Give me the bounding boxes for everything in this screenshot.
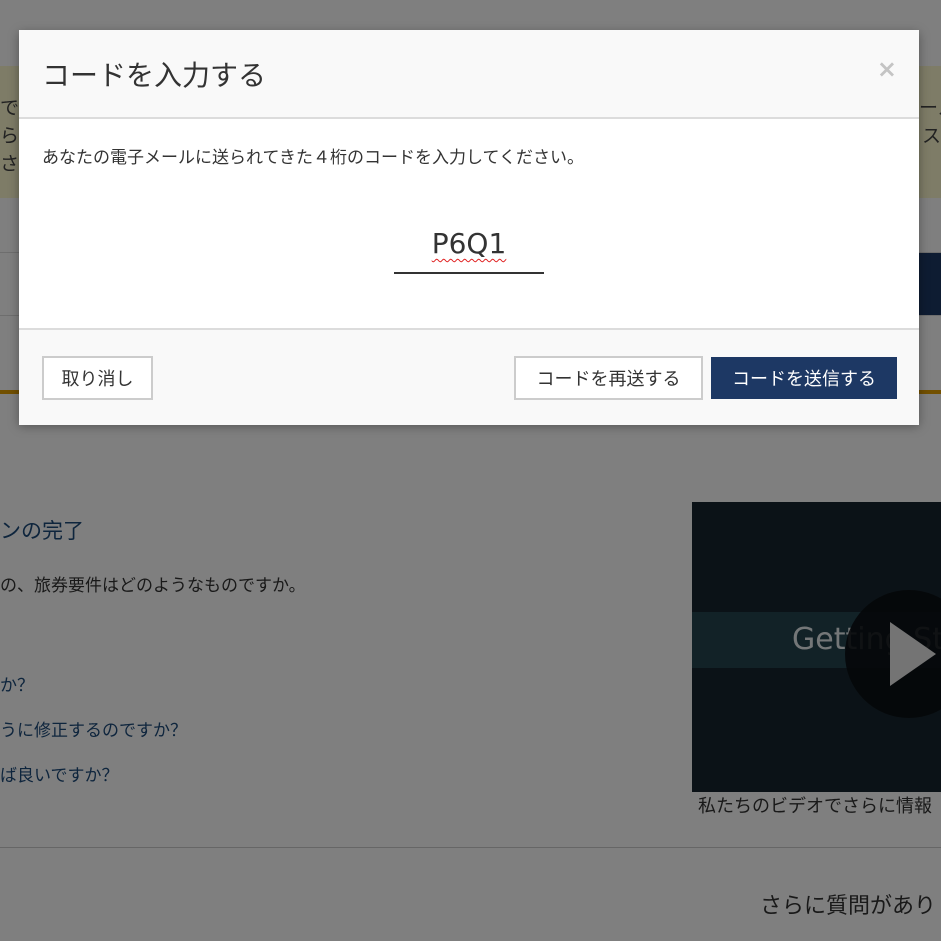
modal-footer: 取り消し コードを再送する コードを送信する [19, 328, 919, 425]
enter-code-modal: コードを入力する × あなたの電子メールに送られてきた４桁のコードを入力してくだ… [19, 30, 919, 425]
resend-code-button[interactable]: コードを再送する [514, 356, 703, 400]
cancel-button[interactable]: 取り消し [42, 356, 153, 400]
modal-title: コードを入力する [42, 59, 267, 92]
modal-header: コードを入力する × [19, 30, 919, 119]
modal-instruction: あなたの電子メールに送られてきた４桁のコードを入力してください。 [42, 148, 584, 168]
close-icon[interactable]: × [877, 55, 897, 83]
code-input[interactable] [394, 222, 544, 274]
submit-code-button[interactable]: コードを送信する [711, 357, 897, 399]
